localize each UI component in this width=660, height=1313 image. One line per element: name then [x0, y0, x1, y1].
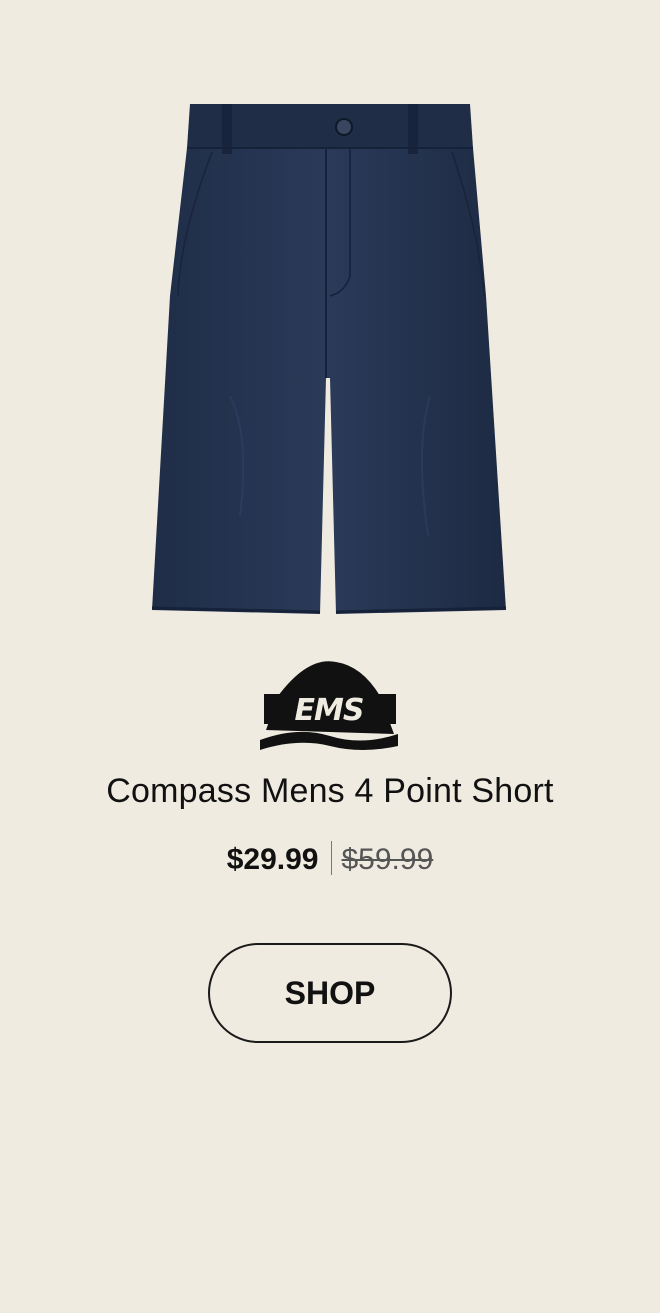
shop-button[interactable]: SHOP	[208, 943, 452, 1043]
price-divider	[330, 841, 332, 876]
product-image[interactable]	[140, 96, 520, 626]
price-row: $29.99 $59.99	[0, 838, 660, 882]
product-title[interactable]: Compass Mens 4 Point Short	[0, 772, 660, 811]
svg-text:EMS: EMS	[295, 693, 364, 728]
ems-logo-icon: EMS	[260, 661, 398, 750]
product-card: EMS Compass Mens 4 Point Short $29.99 $59…	[0, 0, 660, 1313]
sale-price: $29.99	[226, 843, 319, 876]
original-price: $59.99	[341, 843, 434, 876]
